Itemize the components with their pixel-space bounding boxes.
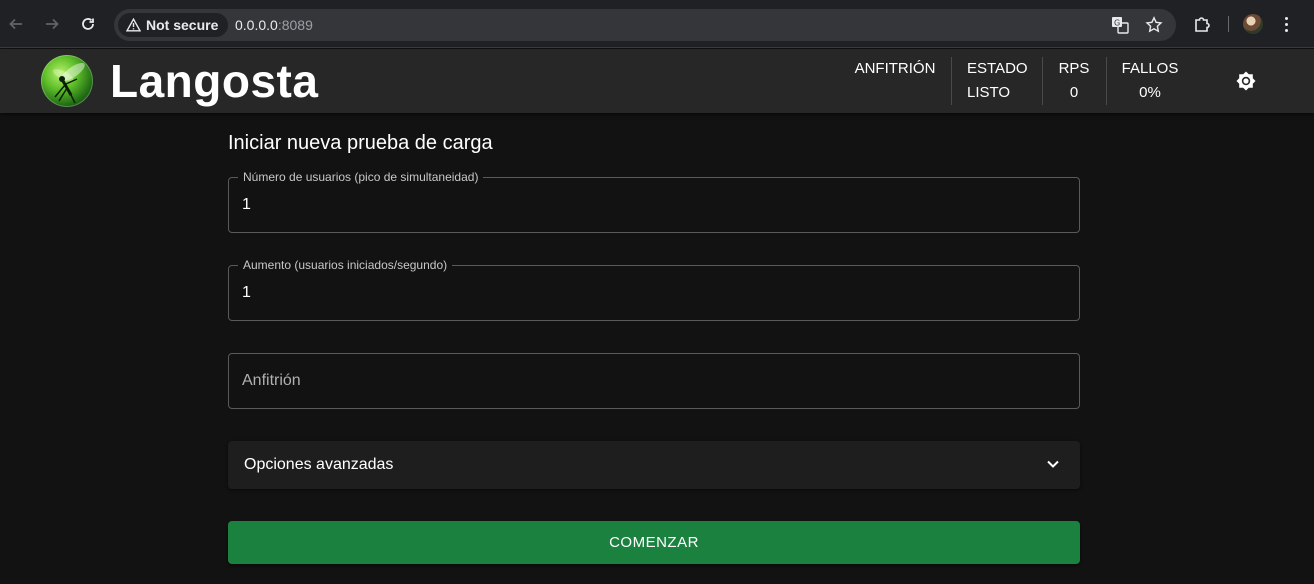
users-field[interactable]: Número de usuarios (pico de simultaneida…	[228, 170, 1080, 233]
users-field-value[interactable]: 1	[242, 196, 251, 214]
brand-title: Langosta	[110, 55, 319, 107]
security-label: Not secure	[146, 17, 219, 33]
menu-kebab-icon[interactable]	[1281, 14, 1291, 34]
url-host: 0.0.0.0	[235, 17, 278, 33]
stat-failures-label: FALLOS	[1121, 60, 1179, 77]
bookmark-star-icon[interactable]	[1144, 15, 1164, 35]
stat-rps-value: 0	[1069, 84, 1079, 101]
warning-icon	[126, 18, 141, 32]
back-button[interactable]	[4, 12, 28, 36]
stat-status: ESTADO LISTO	[958, 57, 1034, 105]
profile-avatar[interactable]	[1243, 14, 1263, 34]
start-button[interactable]: COMENZAR	[228, 521, 1080, 564]
stat-rps-label: RPS	[1058, 60, 1090, 77]
host-field[interactable]: Anfitrión	[228, 353, 1080, 409]
site-info-chip[interactable]: Not secure	[118, 13, 229, 37]
stat-host: ANFITRIÓN	[851, 57, 939, 81]
stat-status-label: ESTADO	[967, 60, 1028, 77]
arrow-left-icon	[9, 18, 22, 30]
browser-toolbar: Not secure 0.0.0.0:8089 G	[0, 0, 1314, 48]
chevron-down-icon	[1046, 457, 1060, 476]
theme-toggle-button[interactable]	[1232, 67, 1260, 95]
stat-failures: FALLOS 0%	[1114, 57, 1186, 105]
app-header: Langosta ANFITRIÓN ESTADO LISTO RPS 0 FA…	[0, 49, 1314, 113]
stat-rps: RPS 0	[1048, 57, 1100, 105]
advanced-options-label: Opciones avanzadas	[244, 456, 394, 473]
spawn-rate-field-label: Aumento (usuarios iniciados/segundo)	[238, 258, 453, 272]
translate-icon[interactable]: G	[1110, 15, 1130, 35]
forward-button[interactable]	[40, 12, 64, 36]
spawn-rate-field-value[interactable]: 1	[242, 284, 251, 302]
arrow-right-icon	[46, 18, 59, 30]
brightness-icon	[1236, 71, 1256, 91]
url-port: :8089	[277, 17, 313, 33]
reload-icon	[82, 18, 94, 30]
reload-button[interactable]	[76, 12, 100, 36]
logo-icon	[41, 55, 93, 107]
form-title: Iniciar nueva prueba de carga	[228, 132, 493, 154]
users-field-label: Número de usuarios (pico de simultaneida…	[238, 170, 484, 184]
svg-text:G: G	[1114, 19, 1120, 28]
spawn-rate-field[interactable]: Aumento (usuarios iniciados/segundo) 1	[228, 258, 1080, 321]
url-text[interactable]: 0.0.0.0:8089	[235, 17, 313, 33]
extensions-puzzle-icon[interactable]	[1190, 12, 1214, 36]
address-bar[interactable]: Not secure 0.0.0.0:8089 G	[114, 9, 1176, 41]
stat-host-label: ANFITRIÓN	[854, 60, 936, 77]
advanced-options-accordion[interactable]: Opciones avanzadas	[228, 441, 1080, 489]
stat-failures-value: 0%	[1139, 84, 1161, 101]
stat-status-value: LISTO	[967, 84, 1011, 101]
host-field-placeholder[interactable]: Anfitrión	[242, 372, 301, 390]
